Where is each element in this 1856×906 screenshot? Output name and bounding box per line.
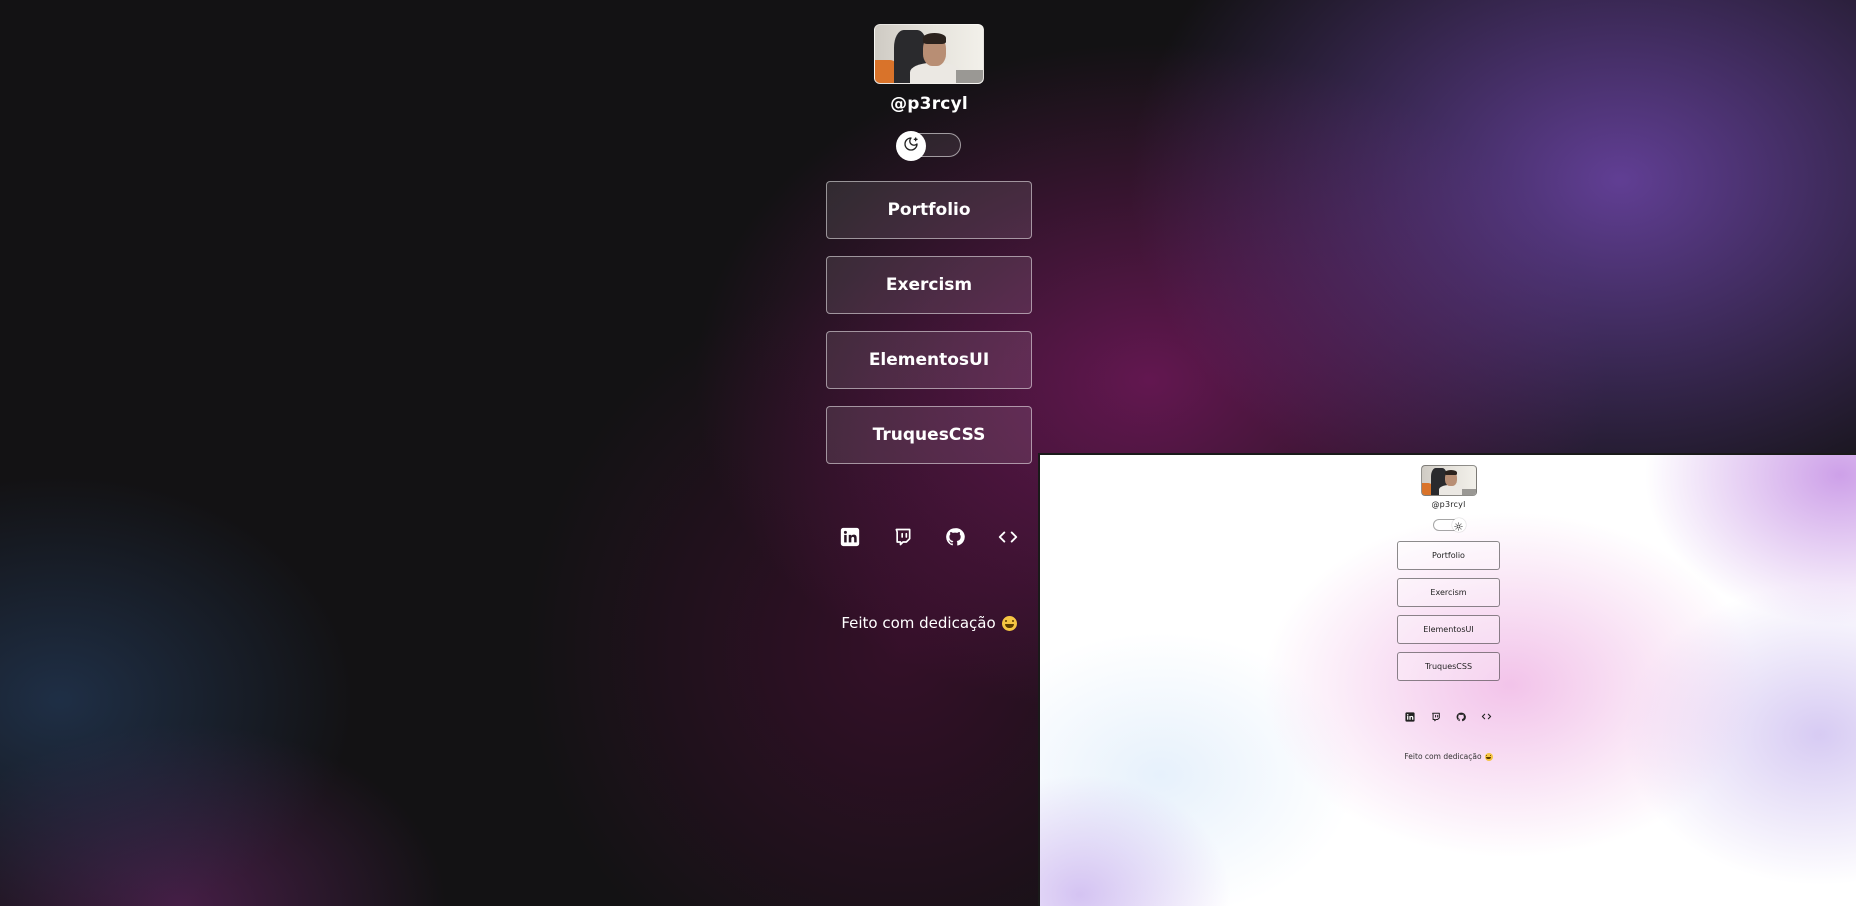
light-theme-preview: @p3rcyl Portfolio Exercism ElementosUI T… (1038, 453, 1856, 906)
code-icon[interactable] (997, 526, 1019, 548)
light-avatar (1420, 465, 1477, 496)
profile-column: @p3rcyl Portfolio Exercism ElementosUI T… (826, 0, 1032, 632)
footer: Feito com dedicação (841, 614, 1017, 632)
light-theme-toggle[interactable] (1432, 516, 1466, 535)
light-social-links (1405, 711, 1493, 722)
theme-toggle-knob[interactable] (896, 131, 926, 161)
linkedin-icon[interactable] (1405, 711, 1416, 722)
light-elementosui-button[interactable]: ElementosUI (1397, 615, 1500, 644)
github-icon[interactable] (1456, 711, 1467, 722)
light-exercism-button[interactable]: Exercism (1397, 578, 1500, 607)
light-theme-toggle-knob[interactable] (1451, 516, 1466, 535)
linkedin-icon[interactable] (839, 526, 861, 548)
light-footer-text: Feito com dedicação (1404, 752, 1482, 761)
theme-toggle[interactable] (896, 131, 961, 161)
footer-text: Feito com dedicação (841, 614, 996, 632)
profile-handle: @p3rcyl (890, 94, 968, 114)
social-links (839, 526, 1019, 548)
light-profile-handle: @p3rcyl (1431, 500, 1466, 509)
avatar (874, 24, 984, 84)
elementosui-button[interactable]: ElementosUI (826, 331, 1032, 389)
light-footer: Feito com dedicação (1404, 752, 1493, 761)
light-link-list: Portfolio Exercism ElementosUI TruquesCS… (1397, 541, 1500, 681)
truquescss-button[interactable]: TruquesCSS (826, 406, 1032, 464)
github-icon[interactable] (944, 526, 966, 548)
twitch-icon[interactable] (1430, 711, 1441, 722)
portfolio-button[interactable]: Portfolio (826, 181, 1032, 239)
link-list: Portfolio Exercism ElementosUI TruquesCS… (826, 181, 1032, 464)
light-profile-column: @p3rcyl Portfolio Exercism ElementosUI T… (1397, 455, 1500, 761)
grinning-emoji-icon (1001, 615, 1017, 631)
moon-icon (903, 136, 919, 156)
sun-icon (1454, 516, 1463, 535)
twitch-icon[interactable] (892, 526, 914, 548)
grinning-emoji-icon (1484, 752, 1493, 761)
exercism-button[interactable]: Exercism (826, 256, 1032, 314)
code-icon[interactable] (1481, 711, 1492, 722)
light-truquescss-button[interactable]: TruquesCSS (1397, 652, 1500, 681)
light-portfolio-button[interactable]: Portfolio (1397, 541, 1500, 570)
